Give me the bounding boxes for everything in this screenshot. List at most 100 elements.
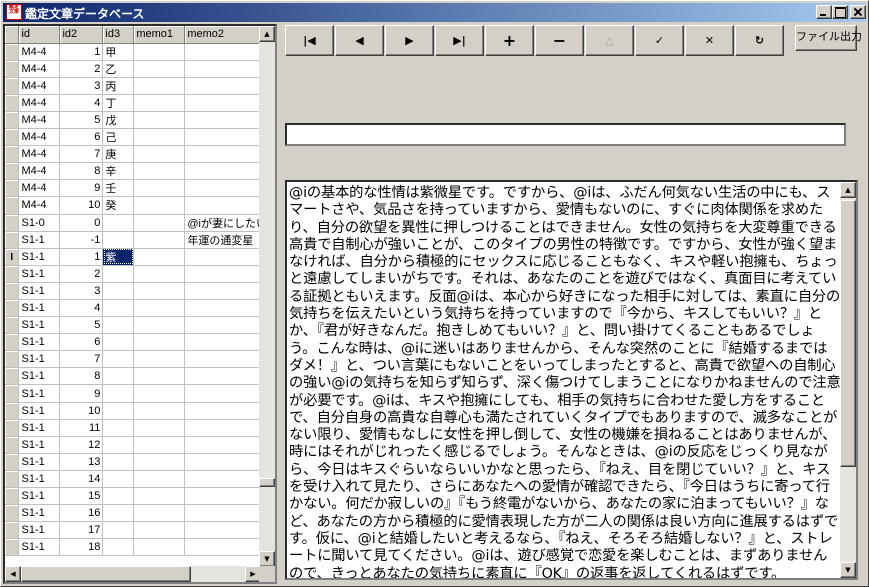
cell-id[interactable]: S1-1 [18, 402, 61, 420]
cell-id[interactable]: M4-4 [18, 145, 61, 164]
cell-id2[interactable]: 13 [59, 453, 104, 471]
table-row[interactable]: M4-4 5 戊 [5, 111, 275, 130]
cell-id[interactable]: S1-1 [18, 436, 61, 454]
grid-vscroll-thumb[interactable] [259, 478, 275, 487]
minimize-button[interactable] [816, 5, 832, 19]
cell-memo2[interactable]: 年運の通変星 [184, 231, 270, 249]
cell-memo1[interactable] [133, 384, 186, 403]
cell-id[interactable]: S1-1 [18, 299, 61, 318]
cell-id2[interactable]: 8 [59, 367, 104, 386]
row-indicator[interactable] [5, 350, 20, 369]
memo-vscroll-thumb[interactable] [840, 200, 856, 467]
cell-id3[interactable]: 紫 [102, 248, 135, 266]
cell-id3[interactable]: 庚 [102, 145, 135, 164]
row-indicator[interactable] [5, 282, 20, 301]
cell-id[interactable]: S1-0 [18, 214, 61, 232]
cell-id3[interactable] [102, 402, 135, 420]
cell-id2[interactable]: 12 [59, 436, 104, 454]
cell-id2[interactable]: 10 [59, 402, 104, 420]
table-row[interactable]: S1-1 12 [5, 436, 275, 454]
cell-id[interactable]: S1-1 [18, 265, 61, 283]
table-row[interactable]: M4-4 3 丙 [5, 77, 275, 95]
table-row[interactable]: S1-1 6 [5, 333, 275, 352]
column-header-id3[interactable]: id3 [102, 26, 135, 44]
row-indicator[interactable] [5, 453, 20, 471]
table-row[interactable]: I S1-1 1 紫 [5, 248, 275, 266]
cell-memo2[interactable] [184, 162, 270, 181]
cancel-edit-button[interactable]: ✕ [685, 25, 734, 56]
row-indicator[interactable] [5, 231, 20, 249]
row-indicator[interactable] [5, 265, 20, 283]
table-row[interactable]: M4-4 9 壬 [5, 179, 275, 198]
scroll-left-button[interactable]: ◀ [5, 566, 21, 582]
cell-memo2[interactable] [184, 145, 270, 164]
row-indicator[interactable] [5, 384, 20, 403]
file-export-button[interactable]: ファイル出力 [795, 25, 862, 51]
cell-memo1[interactable] [133, 419, 186, 437]
cell-id2[interactable]: 15 [59, 487, 104, 506]
cell-id[interactable]: M4-4 [18, 128, 61, 147]
cell-id3[interactable] [102, 538, 135, 557]
cell-id3[interactable] [102, 504, 135, 523]
cell-memo1[interactable] [133, 470, 186, 489]
cell-id2[interactable]: 3 [59, 282, 104, 301]
cell-id2[interactable]: 18 [59, 538, 104, 557]
refresh-data-button[interactable]: ↻ [735, 25, 784, 56]
cell-id2[interactable]: 16 [59, 504, 104, 523]
record-edit-field[interactable] [285, 123, 846, 146]
grid-horizontal-scrollbar[interactable]: ◀ ▶ [5, 566, 261, 582]
cell-memo1[interactable] [133, 282, 186, 301]
cell-memo1[interactable] [133, 162, 186, 181]
cell-id3[interactable]: 己 [102, 128, 135, 147]
cell-id2[interactable]: 5 [59, 111, 104, 130]
table-row[interactable]: M4-4 4 丁 [5, 94, 275, 112]
cell-id2[interactable]: 2 [59, 265, 104, 283]
cell-id2[interactable]: 7 [59, 350, 104, 369]
cell-memo1[interactable] [133, 248, 186, 266]
cell-id[interactable]: S1-1 [18, 504, 61, 523]
cell-memo2[interactable] [184, 179, 270, 198]
scroll-up-button[interactable]: ▲ [259, 26, 275, 42]
delete-record-button[interactable]: − [535, 25, 584, 56]
table-row[interactable]: M4-4 10 癸 [5, 196, 275, 215]
cell-memo2[interactable] [184, 350, 270, 369]
table-row[interactable]: S1-1 10 [5, 402, 275, 420]
cell-memo2[interactable] [184, 453, 270, 471]
cell-id2[interactable]: 6 [59, 128, 104, 147]
last-record-button[interactable]: ▶| [435, 25, 484, 56]
table-row[interactable]: S1-1 5 [5, 316, 275, 335]
cell-memo2[interactable] [184, 384, 270, 403]
cell-id2[interactable]: 4 [59, 299, 104, 318]
first-record-button[interactable]: |◀ [285, 25, 334, 56]
row-indicator[interactable] [5, 77, 20, 95]
memo-vertical-scrollbar[interactable]: ▲ ▼ [840, 182, 856, 578]
cell-memo1[interactable] [133, 333, 186, 352]
cell-id2[interactable]: 4 [59, 94, 104, 112]
row-indicator[interactable] [5, 214, 20, 232]
cell-memo2[interactable] [184, 538, 270, 557]
cell-id3[interactable] [102, 214, 135, 232]
cell-memo1[interactable] [133, 538, 186, 557]
cell-memo2[interactable] [184, 402, 270, 420]
cell-memo1[interactable] [133, 299, 186, 318]
row-indicator[interactable] [5, 162, 20, 181]
cell-memo1[interactable] [133, 402, 186, 420]
memo-text-area[interactable]: @iの基本的な性情は紫微星です。ですから、@iは、ふだん何気ない生活の中にも、ス… [285, 180, 858, 580]
cell-id[interactable]: M4-4 [18, 94, 61, 112]
cell-id3[interactable]: 丙 [102, 77, 135, 95]
cell-id2[interactable]: 0 [59, 214, 104, 232]
table-row[interactable]: S1-1 7 [5, 350, 275, 369]
cell-memo1[interactable] [133, 367, 186, 386]
memo-scroll-up-button[interactable]: ▲ [840, 182, 856, 198]
cell-id3[interactable]: 癸 [102, 196, 135, 215]
cell-memo2[interactable] [184, 333, 270, 352]
cell-id[interactable]: S1-1 [18, 521, 61, 540]
cell-memo1[interactable] [133, 504, 186, 523]
table-row[interactable]: S1-1 14 [5, 470, 275, 489]
cell-id3[interactable]: 壬 [102, 179, 135, 198]
table-row[interactable]: S1-1 8 [5, 367, 275, 386]
cell-memo2[interactable] [184, 128, 270, 147]
cell-id3[interactable] [102, 299, 135, 318]
cell-id[interactable]: M4-4 [18, 196, 61, 215]
cell-id3[interactable] [102, 384, 135, 403]
